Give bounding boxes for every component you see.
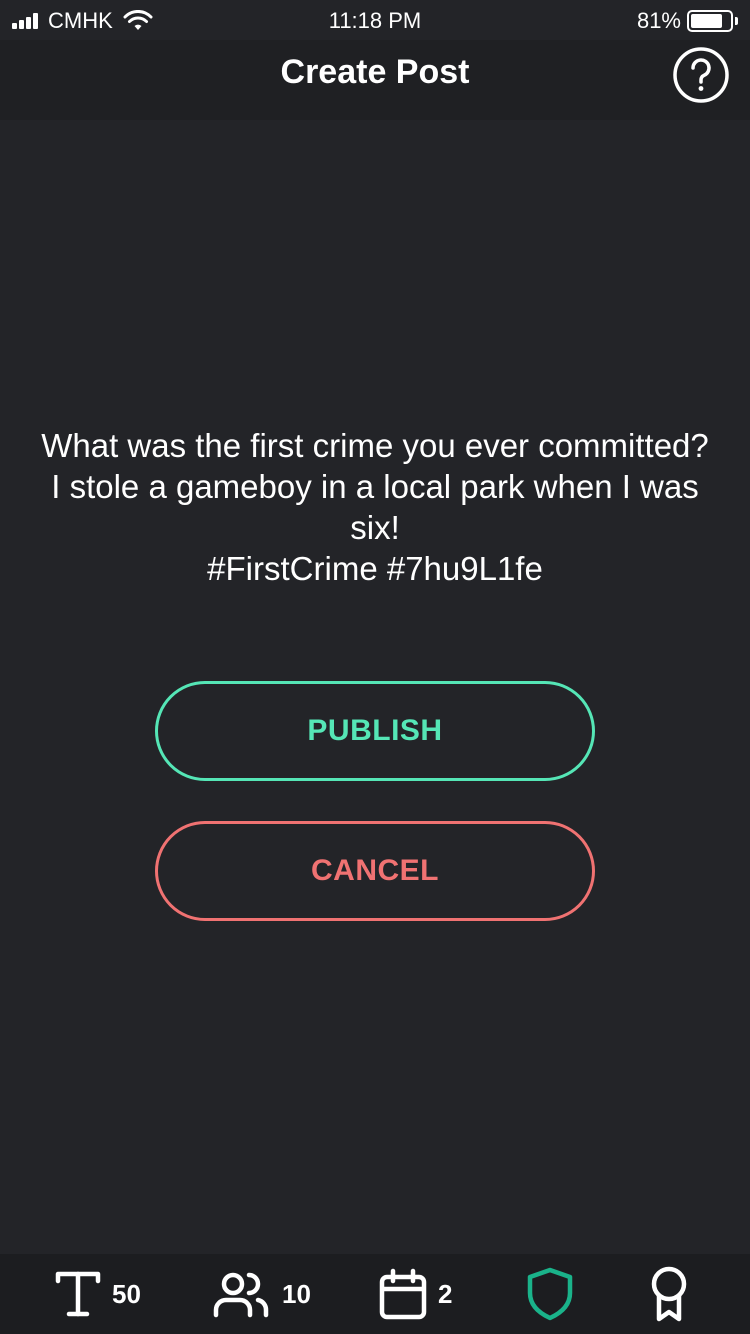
header: Create Post [0, 40, 750, 120]
page-title: Create Post [280, 53, 470, 91]
shield-icon [527, 1267, 573, 1321]
tab-people[interactable]: 10 [212, 1254, 311, 1334]
post-preview: What was the first crime you ever commit… [40, 425, 710, 589]
tab-text[interactable]: 50 [54, 1254, 141, 1334]
create-post-screen: CMHK 11:18 PM 81% Create Post What was t… [0, 0, 750, 1334]
tab-calendar[interactable]: 2 [378, 1254, 452, 1334]
people-count: 10 [282, 1278, 311, 1309]
bottom-tab-bar: 50 10 2 [0, 1254, 750, 1334]
calendar-icon [379, 1268, 427, 1320]
question-circle-icon [673, 47, 729, 103]
cancel-button[interactable]: CANCEL [155, 821, 595, 921]
tab-awards[interactable] [646, 1254, 692, 1334]
award-ribbon-icon [651, 1266, 687, 1322]
post-answer: I stole a gameboy in a local park when I… [51, 468, 699, 546]
battery-nub [735, 17, 738, 25]
battery-icon [687, 10, 733, 32]
status-right: 81% [637, 8, 738, 34]
battery-fill [691, 14, 722, 28]
publish-button[interactable]: PUBLISH [155, 681, 595, 781]
tab-shield[interactable] [524, 1254, 576, 1334]
text-icon [55, 1271, 101, 1317]
text-count: 50 [112, 1278, 141, 1309]
people-icon [213, 1272, 269, 1318]
battery-percent: 81% [636, 8, 681, 33]
help-button[interactable] [672, 46, 730, 104]
post-hashtags: #FirstCrime #7hu9L1fe [207, 550, 543, 587]
post-question: What was the first crime you ever commit… [41, 427, 709, 464]
calendar-count: 2 [438, 1278, 453, 1309]
status-bar: CMHK 11:18 PM 81% [0, 0, 750, 40]
